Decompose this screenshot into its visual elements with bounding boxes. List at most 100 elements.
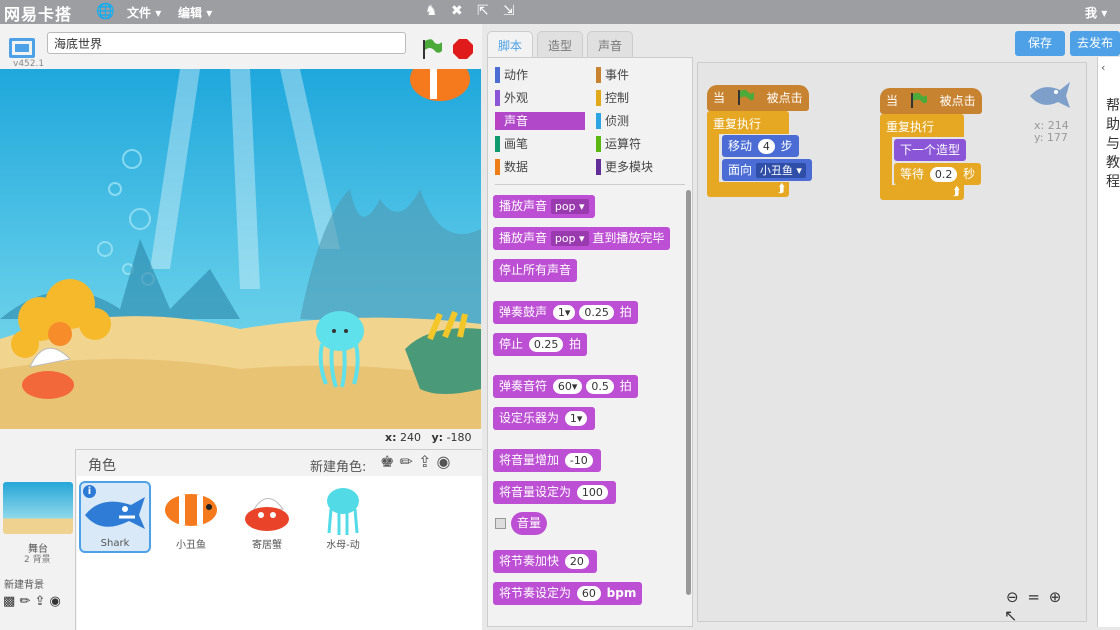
category-data[interactable]: 数据	[495, 158, 528, 176]
save-button[interactable]: 保存	[1015, 31, 1065, 56]
green-flag-icon[interactable]	[420, 37, 444, 64]
backdrop-camera-icon[interactable]: ◉	[50, 594, 61, 609]
zoom-in-icon[interactable]: ⊕	[1049, 588, 1062, 606]
fullscreen-icon[interactable]	[9, 38, 35, 58]
sprite-tile-jellyfish[interactable]: 水母-动	[307, 481, 379, 553]
backdrop-paint-icon[interactable]: ✏	[19, 594, 30, 609]
mouse-y: -180	[446, 431, 472, 444]
menu-edit[interactable]: 编辑 ▾	[178, 4, 212, 21]
volume-delta-input[interactable]: -10	[564, 453, 593, 468]
version-label: v452.1	[13, 59, 45, 69]
block-rest[interactable]: 停止 0.25 拍	[493, 333, 588, 356]
block-change-tempo[interactable]: 将节奏加快 20	[493, 550, 597, 573]
category-sensing[interactable]: 侦测	[596, 112, 629, 130]
info-icon[interactable]: i	[83, 485, 96, 498]
next-costume-block[interactable]: 下一个造型	[894, 139, 967, 161]
tempo-input[interactable]: 60	[576, 586, 601, 601]
user-menu[interactable]: 我 ▾	[1085, 4, 1107, 21]
project-name-input[interactable]: 海底世界	[47, 32, 406, 54]
block-text: 将音量设定为	[499, 485, 572, 499]
category-list: 动作 事件 外观 控制 声音 侦测 画笔 运算符 数据 更多模块	[488, 58, 688, 184]
sprite-tile-clownfish[interactable]: 小丑鱼	[155, 481, 227, 553]
block-text: 直到播放完毕	[592, 231, 665, 245]
new-backdrop-tools: ▩ ✏ ⇪ ◉	[3, 594, 61, 609]
block-volume-reporter[interactable]: 音量	[511, 512, 548, 535]
cut-icon[interactable]: ✖	[451, 3, 463, 19]
block-set-volume[interactable]: 将音量设定为 100	[493, 481, 616, 504]
block-play-sound-until-done[interactable]: 播放声音 pop ▾ 直到播放完毕	[493, 227, 671, 250]
category-looks[interactable]: 外观	[495, 89, 528, 107]
block-stop-all-sounds[interactable]: 停止所有声音	[493, 259, 578, 282]
sprite-paint-icon[interactable]: ✏	[399, 452, 412, 471]
category-label: 侦测	[605, 114, 630, 128]
block-text: 被点击	[766, 91, 803, 105]
beats-input[interactable]: 0.5	[586, 379, 614, 394]
stage-thumbnail[interactable]	[3, 482, 73, 534]
beats-input[interactable]: 0.25	[579, 305, 614, 320]
tab-sounds[interactable]: 声音	[587, 31, 634, 57]
when-flag-clicked-hat[interactable]: 当 被点击	[707, 85, 809, 111]
palette-scrollbar[interactable]	[686, 190, 691, 595]
sprite-tile-shark[interactable]: i Shark	[79, 481, 151, 553]
volume-input[interactable]: 100	[576, 485, 608, 500]
stage-canvas[interactable]	[0, 69, 481, 429]
menu-file-label: 文件	[127, 6, 152, 20]
tab-scripts[interactable]: 脚本	[487, 31, 534, 57]
when-flag-clicked-hat[interactable]: 当 被点击	[880, 88, 982, 114]
block-play-drum[interactable]: 弹奏鼓声 1▾ 0.25 拍	[493, 301, 638, 324]
move-steps-block[interactable]: 移动 4 步	[722, 135, 799, 157]
block-text: 拍	[569, 337, 582, 351]
help-toggle-icon[interactable]: ‹	[1101, 61, 1105, 74]
target-dropdown[interactable]: 小丑鱼 ▾	[755, 163, 806, 178]
sprite-upload-icon[interactable]: ⇪	[418, 452, 431, 471]
category-control[interactable]: 控制	[596, 89, 629, 107]
volume-monitor-checkbox[interactable]	[495, 518, 506, 529]
block-play-sound[interactable]: 播放声音 pop ▾	[493, 195, 595, 218]
slot-value: 1	[557, 306, 565, 319]
sound-dropdown[interactable]: pop ▾	[550, 231, 589, 246]
category-label: 动作	[504, 68, 529, 82]
sprite-library-icon[interactable]: ♚	[380, 452, 394, 471]
app-logo[interactable]: 网易卡搭	[4, 1, 72, 25]
zoom-out-icon[interactable]: ⊖	[1006, 588, 1019, 606]
tempo-delta-input[interactable]: 20	[564, 554, 589, 569]
shrink-icon[interactable]: ⇲	[503, 3, 515, 19]
category-more-blocks[interactable]: 更多模块	[596, 158, 653, 176]
block-play-note[interactable]: 弹奏音符 60▾ 0.5 拍	[493, 375, 638, 398]
sprite-tile-hermit-crab[interactable]: 寄居蟹	[231, 481, 303, 553]
note-input[interactable]: 60▾	[552, 379, 583, 394]
palette-divider	[495, 184, 685, 185]
wait-secs-block[interactable]: 等待 0.2 秒	[894, 163, 982, 185]
block-set-instrument[interactable]: 设定乐器为 1▾	[493, 407, 596, 430]
help-sidebar[interactable]: ‹ 帮助与教程	[1097, 57, 1120, 627]
sprite-y-label: y:	[1034, 131, 1044, 144]
category-operators[interactable]: 运算符	[596, 135, 641, 153]
category-pen[interactable]: 画笔	[495, 135, 528, 153]
sprite-camera-icon[interactable]: ◉	[436, 452, 450, 471]
grow-icon[interactable]: ⇱	[477, 3, 489, 19]
steps-input[interactable]: 4	[757, 139, 775, 154]
publish-button[interactable]: 去发布	[1070, 31, 1120, 56]
block-text: 播放声音	[499, 231, 548, 245]
drum-input[interactable]: 1▾	[552, 305, 576, 320]
block-change-volume[interactable]: 将音量增加 -10	[493, 449, 601, 472]
top-menubar	[0, 0, 1120, 24]
globe-icon[interactable]: 🌐	[96, 2, 115, 20]
zoom-reset-icon[interactable]: =	[1027, 588, 1040, 606]
instrument-input[interactable]: 1▾	[564, 411, 588, 426]
tab-costumes[interactable]: 造型	[537, 31, 584, 57]
block-set-tempo[interactable]: 将节奏设定为 60 bpm	[493, 582, 643, 605]
backdrop-upload-icon[interactable]: ⇪	[34, 594, 45, 609]
stop-icon[interactable]	[452, 38, 474, 63]
category-sound[interactable]: 声音	[495, 112, 585, 130]
sound-dropdown[interactable]: pop ▾	[550, 199, 589, 214]
duplicate-stamp-icon[interactable]: ♞	[425, 3, 438, 19]
menu-file[interactable]: 文件 ▾	[127, 4, 161, 21]
category-events[interactable]: 事件	[596, 66, 629, 84]
block-text: 停止	[499, 337, 524, 351]
backdrop-library-icon[interactable]: ▩	[3, 594, 15, 609]
point-towards-block[interactable]: 面向 小丑鱼 ▾	[722, 159, 812, 181]
wait-input[interactable]: 0.2	[929, 167, 958, 182]
beats-input[interactable]: 0.25	[528, 337, 564, 352]
category-motion[interactable]: 动作	[495, 66, 528, 84]
